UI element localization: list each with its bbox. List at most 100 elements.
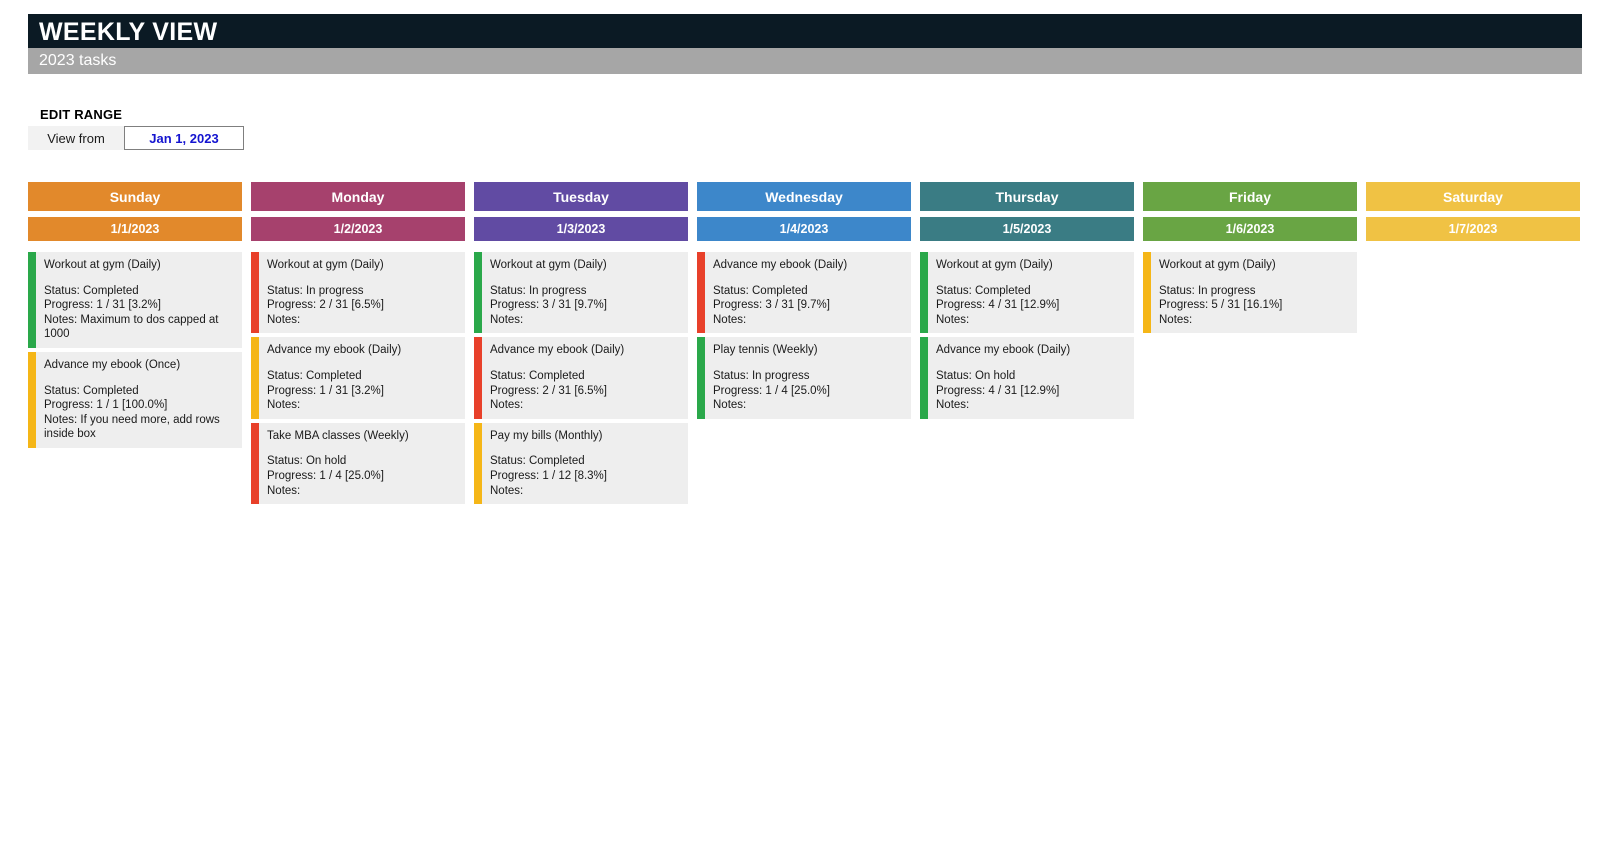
task-progress: Progress: 1 / 4 [25.0%]: [713, 384, 830, 397]
task-status: Status: On hold: [936, 369, 1016, 382]
task-notes: Notes:: [267, 399, 301, 412]
task-list: Workout at gym (Daily) Status: Completed P…: [28, 251, 242, 448]
task-title: Workout at gym (Daily): [267, 259, 384, 271]
day-column-saturday: Saturday 1/7/2023: [1366, 182, 1580, 507]
page-title: WEEKLY VIEW: [39, 17, 218, 46]
task-progress: Progress: 5 / 31 [16.1%]: [1159, 299, 1283, 312]
task-title: Play tennis (Weekly): [713, 344, 818, 357]
task-title: Advance my ebook (Daily): [713, 259, 848, 271]
task-card[interactable]: Play tennis (Weekly) Status: In progress P…: [697, 336, 911, 419]
day-column-sunday: Sunday 1/1/2023 Workout at gym (Daily) Stat…: [28, 182, 242, 507]
task-status-accent-bar: [920, 337, 928, 419]
day-name-header: Saturday: [1366, 182, 1580, 211]
task-card[interactable]: Workout at gym (Daily) Status: In progres…: [1143, 251, 1357, 334]
task-title: Workout at gym (Daily): [44, 259, 161, 271]
task-card[interactable]: Workout at gym (Daily) Status: Completed P…: [920, 251, 1134, 334]
task-body: Pay my bills (Monthly) Status: Completed P…: [482, 423, 688, 504]
task-progress: Progress: 1 / 31 [3.2%]: [44, 299, 161, 312]
task-notes: Notes:: [713, 399, 747, 412]
edit-range-heading: EDIT RANGE: [40, 107, 123, 122]
task-status-accent-bar: [474, 337, 482, 419]
task-status: Status: Completed: [490, 369, 585, 382]
view-from-label: View from: [28, 126, 124, 150]
task-status: Status: In progress: [490, 284, 587, 297]
task-body: Workout at gym (Daily) Status: In progres…: [482, 252, 688, 333]
view-from-date-input[interactable]: Jan 1, 2023: [124, 126, 244, 150]
weekly-calendar-grid: Sunday 1/1/2023 Workout at gym (Daily) Stat…: [28, 182, 1582, 507]
app-title-bar: WEEKLY VIEW: [28, 14, 1582, 50]
task-progress: Progress: 1 / 4 [25.0%]: [267, 469, 384, 482]
task-card[interactable]: Workout at gym (Daily) Status: Completed P…: [28, 251, 242, 348]
task-list: Workout at gym (Daily) Status: In progres…: [474, 251, 688, 505]
task-status: Status: In progress: [1159, 284, 1256, 297]
task-status-accent-bar: [251, 337, 259, 419]
task-title: Workout at gym (Daily): [1159, 259, 1276, 271]
edit-range-control: View from Jan 1, 2023: [28, 126, 244, 150]
day-name-header: Thursday: [920, 182, 1134, 211]
task-title: Advance my ebook (Daily): [490, 344, 625, 357]
task-list: Workout at gym (Daily) Status: In progres…: [251, 251, 465, 505]
task-status-accent-bar: [28, 351, 36, 448]
task-list: Workout at gym (Daily) Status: Completed P…: [920, 251, 1134, 419]
task-status-accent-bar: [251, 252, 259, 334]
task-body: Play tennis (Weekly) Status: In progress P…: [705, 337, 911, 418]
task-card[interactable]: Workout at gym (Daily) Status: In progres…: [474, 251, 688, 334]
task-notes: Notes:: [713, 313, 747, 326]
task-progress: Progress: 1 / 1 [100.0%]: [44, 399, 168, 412]
day-date-header: 1/5/2023: [920, 217, 1134, 241]
day-name-header: Wednesday: [697, 182, 911, 211]
task-card[interactable]: Advance my ebook (Once) Status: Completed…: [28, 350, 242, 448]
task-status-accent-bar: [1143, 252, 1151, 334]
task-body: Advance my ebook (Daily) Status: On hold P…: [928, 337, 1134, 418]
task-body: Advance my ebook (Daily) Status: Complete…: [259, 337, 465, 418]
task-title: Advance my ebook (Daily): [267, 344, 402, 357]
task-status-accent-bar: [920, 252, 928, 334]
task-notes: Notes:: [1159, 313, 1193, 326]
task-card[interactable]: Workout at gym (Daily) Status: In progres…: [251, 251, 465, 334]
task-status: Status: Completed: [936, 284, 1031, 297]
task-card[interactable]: Advance my ebook (Daily) Status: Complete…: [251, 336, 465, 419]
task-card[interactable]: Advance my ebook (Daily) Status: Complete…: [697, 251, 911, 334]
task-status: Status: Completed: [267, 369, 362, 382]
task-title: Pay my bills (Monthly): [490, 429, 603, 442]
page-subtitle: 2023 tasks: [39, 52, 117, 69]
task-notes: Notes: Maximum to dos capped at 1000: [44, 313, 219, 341]
task-body: Workout at gym (Daily) Status: In progres…: [259, 252, 465, 333]
day-name-header: Tuesday: [474, 182, 688, 211]
task-title: Advance my ebook (Daily): [936, 344, 1071, 357]
task-progress: Progress: 2 / 31 [6.5%]: [267, 299, 384, 312]
task-body: Advance my ebook (Daily) Status: Complete…: [482, 337, 688, 418]
day-date-header: 1/3/2023: [474, 217, 688, 241]
task-card[interactable]: Pay my bills (Monthly) Status: Completed P…: [474, 421, 688, 505]
task-notes: Notes:: [936, 313, 970, 326]
task-body: Workout at gym (Daily) Status: Completed P…: [36, 252, 242, 348]
task-status: Status: Completed: [713, 284, 808, 297]
task-notes: Notes:: [936, 399, 970, 412]
task-card[interactable]: Advance my ebook (Daily) Status: On hold P…: [920, 336, 1134, 419]
task-list: Workout at gym (Daily) Status: In progres…: [1143, 251, 1357, 334]
task-progress: Progress: 3 / 31 [9.7%]: [490, 299, 607, 312]
task-body: Workout at gym (Daily) Status: In progres…: [1151, 252, 1357, 333]
task-card[interactable]: Take MBA classes (Weekly) Status: On hold…: [251, 421, 465, 505]
task-notes: Notes:: [490, 399, 524, 412]
task-notes: Notes: If you need more, add rows inside…: [44, 413, 220, 441]
task-progress: Progress: 1 / 12 [8.3%]: [490, 469, 607, 482]
day-column-wednesday: Wednesday 1/4/2023 Advance my ebook (Daily…: [697, 182, 911, 507]
task-progress: Progress: 2 / 31 [6.5%]: [490, 384, 607, 397]
task-body: Workout at gym (Daily) Status: Completed P…: [928, 252, 1134, 333]
task-status-accent-bar: [28, 252, 36, 348]
task-title: Workout at gym (Daily): [490, 259, 607, 271]
day-date-header: 1/4/2023: [697, 217, 911, 241]
day-date-header: 1/2/2023: [251, 217, 465, 241]
task-progress: Progress: 4 / 31 [12.9%]: [936, 299, 1060, 312]
day-name-header: Monday: [251, 182, 465, 211]
task-status: Status: On hold: [267, 455, 347, 468]
task-list: Advance my ebook (Daily) Status: Complete…: [697, 251, 911, 419]
task-title: Take MBA classes (Weekly): [267, 429, 409, 442]
task-card[interactable]: Advance my ebook (Daily) Status: Complete…: [474, 336, 688, 419]
day-name-header: Sunday: [28, 182, 242, 211]
task-status: Status: In progress: [713, 369, 810, 382]
day-column-friday: Friday 1/6/2023 Workout at gym (Daily) Stat…: [1143, 182, 1357, 507]
task-notes: Notes:: [490, 484, 524, 497]
task-progress: Progress: 4 / 31 [12.9%]: [936, 384, 1060, 397]
